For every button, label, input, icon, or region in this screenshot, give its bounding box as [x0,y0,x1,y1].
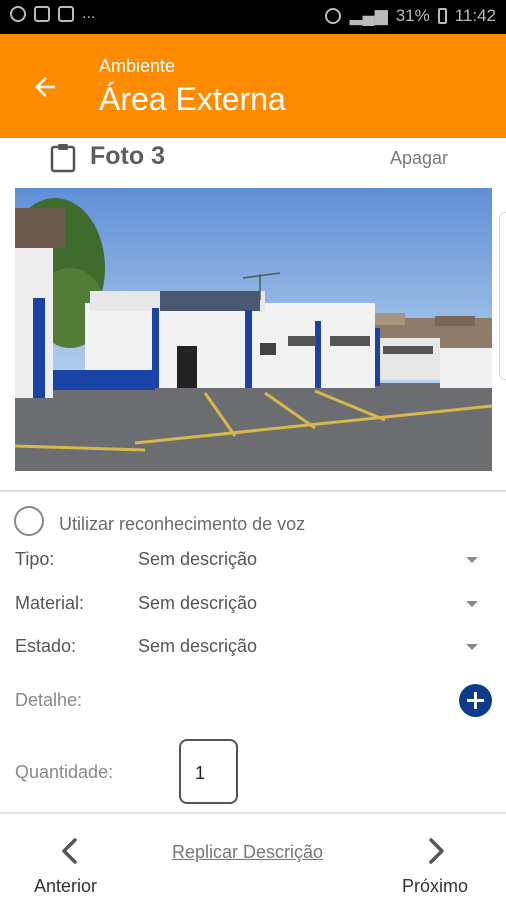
app-bar: Ambiente Área Externa [0,34,506,138]
quantidade-label: Quantidade: [15,762,114,782]
alarm-clock-icon [10,6,26,22]
signal-icon: ▂▄▆ [349,6,388,25]
field-value[interactable]: Sem descrição [138,549,257,570]
divider [0,812,506,814]
clock: 11:42 [454,6,496,25]
status-bar: ... ▂▄▆ 31% 11:42 [0,0,506,34]
field-value[interactable]: Sem descrição [138,593,257,614]
field-label: Material: [15,593,85,613]
battery-percent: 31% [395,6,430,25]
gmail-icon [58,6,74,22]
divider [0,490,506,492]
field-label: Tipo: [15,549,55,569]
photo-header: Foto 3 Apagar [0,138,506,188]
replicate-description-link[interactable]: Replicar Descrição [172,842,323,863]
chevron-right-icon[interactable] [427,838,447,864]
field-tipo[interactable]: Tipo: Sem descrição [0,545,506,575]
side-handle[interactable] [499,212,506,380]
status-left: ... [10,6,95,22]
detalhe-label: Detalhe: [15,690,83,710]
delete-photo-button[interactable]: Apagar [390,148,448,169]
field-material[interactable]: Material: Sem descrição [0,589,506,619]
add-detail-button[interactable] [459,684,492,717]
voice-radio-button[interactable] [14,506,44,536]
quantity-value: 1 [195,763,206,783]
back-arrow-icon[interactable] [30,72,60,102]
photo-title: Foto 3 [90,142,165,170]
quantity-input[interactable]: 1 [179,739,238,804]
header-subtitle: Ambiente [99,56,176,76]
battery-icon [437,8,447,24]
building-photo [15,188,492,471]
field-estado[interactable]: Estado: Sem descrição [0,632,506,662]
more-notifications: ... [82,5,96,22]
dropdown-arrow-icon[interactable] [466,557,478,563]
dropdown-arrow-icon[interactable] [466,644,478,650]
previous-button[interactable]: Anterior [34,876,97,897]
field-label: Estado: [15,636,77,656]
alarm-icon [325,8,342,24]
field-value[interactable]: Sem descrição [138,636,257,657]
voice-label: Utilizar reconhecimento de voz [59,514,306,534]
dropdown-arrow-icon[interactable] [466,601,478,607]
photo-image[interactable] [15,188,492,471]
header-title: Área Externa [99,81,286,117]
chevron-left-icon[interactable] [59,838,79,864]
clipboard-icon [50,144,76,173]
image-icon [34,6,50,22]
status-right: ▂▄▆ 31% 11:42 [325,6,496,26]
next-button[interactable]: Próximo [402,876,468,897]
